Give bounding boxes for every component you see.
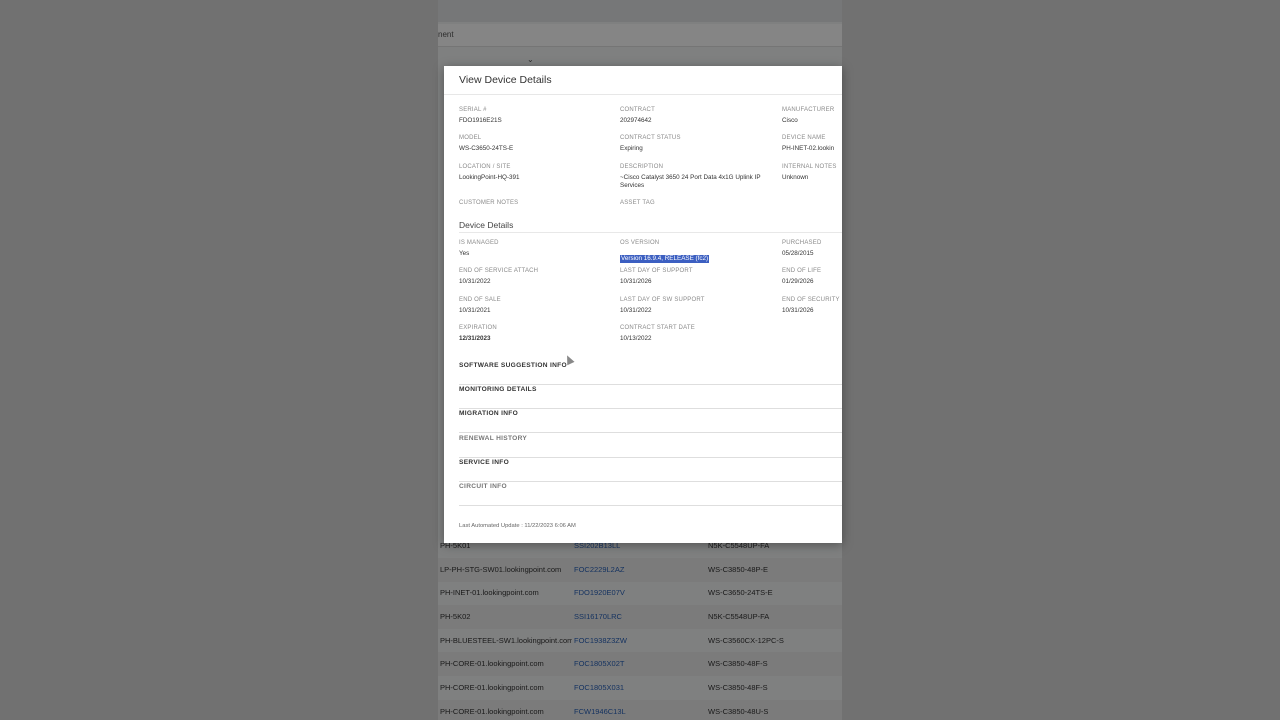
is-managed-value: Yes xyxy=(459,250,470,257)
contract-start-field: CONTRACT START DATE 10/13/2022 xyxy=(620,324,780,343)
asset-tag-label: ASSET TAG xyxy=(620,200,655,206)
end-of-service-attach-field: END OF SERVICE ATTACH 10/31/2022 xyxy=(459,267,619,286)
contract-field: CONTRACT 202974642 xyxy=(620,106,780,125)
purchased-field: PURCHASED 05/28/2015 xyxy=(782,239,842,258)
asset-tag-field: ASSET TAG xyxy=(620,199,780,207)
description-field: DESCRIPTION ~Cisco Catalyst 3650 24 Port… xyxy=(620,163,780,190)
location-label: LOCATION / SITE xyxy=(459,164,511,170)
accordion-migration-info[interactable]: MIGRATION INFO xyxy=(459,408,842,433)
os-version-label: OS VERSION xyxy=(620,240,660,246)
description-label: DESCRIPTION xyxy=(620,164,664,170)
accordion-software-suggestion[interactable]: SOFTWARE SUGGESTION INFO xyxy=(459,360,842,385)
divider xyxy=(459,232,842,233)
modal-header: View Device Details xyxy=(444,66,842,95)
serial-value: FDO1916E21S xyxy=(459,117,502,124)
accordion-monitoring-details[interactable]: MONITORING DETAILS xyxy=(459,384,842,409)
customer-notes-label: CUSTOMER NOTES xyxy=(459,200,519,206)
eosec-label: END OF SECURITY xyxy=(782,297,840,303)
modal-title: View Device Details xyxy=(459,74,552,86)
eosa-label: END OF SERVICE ATTACH xyxy=(459,268,539,274)
contract-status-field: CONTRACT STATUS Expiring xyxy=(620,134,780,153)
location-value: LookingPoint-HQ-391 xyxy=(459,174,520,181)
manufacturer-field: MANUFACTURER Cisco xyxy=(782,106,842,125)
model-label: MODEL xyxy=(459,135,482,141)
is-managed-label: IS MANAGED xyxy=(459,240,499,246)
device-details-title: Device Details xyxy=(459,220,514,230)
is-managed-field: IS MANAGED Yes xyxy=(459,239,619,258)
os-version-value[interactable]: Version 16.9.4, RELEASE (fc2) xyxy=(620,255,710,263)
os-version-field: OS VERSION Version 16.9.4, RELEASE (fc2) xyxy=(620,239,780,265)
device-details-modal: View Device Details SERIAL # FDO1916E21S… xyxy=(444,66,842,543)
manufacturer-value: Cisco xyxy=(782,117,798,124)
last-day-sw-support-field: LAST DAY OF SW SUPPORT 10/31/2022 xyxy=(620,296,780,315)
purchased-label: PURCHASED xyxy=(782,240,822,246)
internal-notes-label: INTERNAL NOTES xyxy=(782,164,837,170)
description-value: ~Cisco Catalyst 3650 24 Port Data 4x1G U… xyxy=(620,174,761,189)
device-name-value: PH-INET-02.lookin xyxy=(782,145,835,152)
device-name-field: DEVICE NAME PH-INET-02.lookin xyxy=(782,134,842,153)
internal-notes-field: INTERNAL NOTES Unknown xyxy=(782,163,842,182)
customer-notes-field: CUSTOMER NOTES xyxy=(459,199,619,207)
contract-start-value: 10/13/2022 xyxy=(620,335,652,342)
ldos-value: 10/31/2026 xyxy=(620,278,652,285)
last-day-of-support-field: LAST DAY OF SUPPORT 10/31/2026 xyxy=(620,267,780,286)
end-of-sale-field: END OF SALE 10/31/2021 xyxy=(459,296,619,315)
contract-start-label: CONTRACT START DATE xyxy=(620,325,695,331)
eosa-value: 10/31/2022 xyxy=(459,278,491,285)
manufacturer-label: MANUFACTURER xyxy=(782,107,835,113)
expiration-field: EXPIRATION 12/31/2023 xyxy=(459,324,619,343)
internal-notes-value: Unknown xyxy=(782,174,809,181)
end-of-security-field: END OF SECURITY 10/31/2026 xyxy=(782,296,842,315)
expiration-value: 12/31/2023 xyxy=(459,335,491,342)
ldsw-value: 10/31/2022 xyxy=(620,307,652,314)
accordion-service-info[interactable]: SERVICE INFO xyxy=(459,457,842,482)
contract-value: 202974642 xyxy=(620,117,652,124)
eol-label: END OF LIFE xyxy=(782,268,822,274)
eos-value: 10/31/2021 xyxy=(459,307,491,314)
last-update-text: Last Automated Update : 11/22/2023 6:06 … xyxy=(459,523,576,529)
model-value: WS-C3650-24TS-E xyxy=(459,145,514,152)
serial-label: SERIAL # xyxy=(459,107,487,113)
eos-label: END OF SALE xyxy=(459,297,501,303)
accordion-renewal-history[interactable]: RENEWAL HISTORY xyxy=(459,433,842,458)
contract-status-label: CONTRACT STATUS xyxy=(620,135,681,141)
expiration-label: EXPIRATION xyxy=(459,325,497,331)
accordion-circuit-info[interactable]: CIRCUIT INFO xyxy=(459,481,842,506)
contract-status-value: Expiring xyxy=(620,145,643,152)
end-of-life-field: END OF LIFE 01/29/2026 xyxy=(782,267,842,286)
purchased-value: 05/28/2015 xyxy=(782,250,814,257)
ldos-label: LAST DAY OF SUPPORT xyxy=(620,268,693,274)
contract-label: CONTRACT xyxy=(620,107,655,113)
device-name-label: DEVICE NAME xyxy=(782,135,826,141)
location-field: LOCATION / SITE LookingPoint-HQ-391 xyxy=(459,163,619,182)
serial-field: SERIAL # FDO1916E21S xyxy=(459,106,619,125)
ldsw-label: LAST DAY OF SW SUPPORT xyxy=(620,297,705,303)
model-field: MODEL WS-C3650-24TS-E xyxy=(459,134,619,153)
eol-value: 01/29/2026 xyxy=(782,278,814,285)
eosec-value: 10/31/2026 xyxy=(782,307,814,314)
